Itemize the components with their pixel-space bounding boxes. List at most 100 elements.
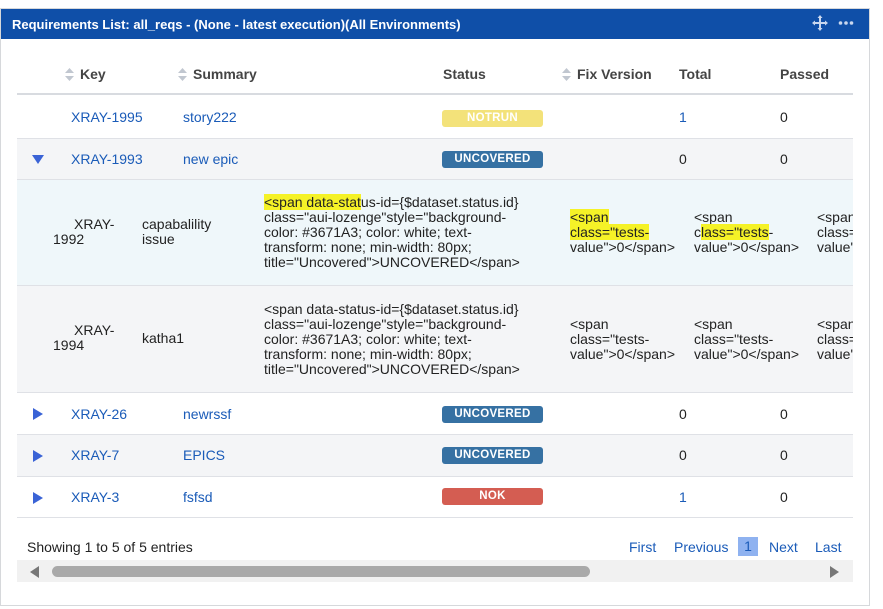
column-label: Passed: [780, 66, 830, 82]
raw-line: class=: [817, 331, 853, 347]
row-key-link[interactable]: XRAY-3: [71, 489, 119, 505]
pager-first[interactable]: First: [629, 539, 656, 555]
column-header-fix-version[interactable]: Fix Version: [562, 66, 652, 82]
raw-line: class="aui-lozenge"style="background-: [264, 209, 507, 225]
child-summary-link[interactable]: katha1: [142, 331, 184, 346]
expand-triangle-icon[interactable]: [32, 408, 44, 420]
raw-line: class=: [817, 224, 853, 240]
scroll-right-icon[interactable]: [830, 566, 839, 578]
raw-line: title="Uncovered">UNCOVERED</span>: [264, 254, 520, 270]
collapse-triangle-icon[interactable]: [32, 154, 44, 166]
child-key-link[interactable]: XRAY- 1994: [53, 323, 114, 353]
pager-next[interactable]: Next: [769, 539, 798, 555]
raw-line: value">0</span>: [570, 346, 675, 362]
raw-line: <span: [694, 316, 733, 332]
row-summary-link[interactable]: new epic: [183, 151, 238, 167]
expand-triangle-icon[interactable]: [32, 450, 44, 462]
raw-line: value": [817, 346, 853, 362]
column-label: Key: [80, 66, 106, 82]
sort-icon: [562, 67, 571, 81]
sort-icon: [65, 67, 74, 81]
column-header-key[interactable]: Key: [65, 66, 106, 82]
row-key-link[interactable]: XRAY-26: [71, 406, 127, 422]
table-row[interactable]: XRAY-7 EPICS UNCOVERED 0 0: [17, 435, 853, 477]
raw-fix-version-html: <span class="tests- value">0</span>: [570, 317, 675, 362]
row-summary-link[interactable]: fsfsd: [183, 489, 213, 505]
raw-total-html: <span class="tests- value">0</span>: [694, 317, 799, 362]
status-badge: NOK: [442, 488, 543, 505]
requirements-table: Key Summary Status Fix Version Total Pas…: [17, 44, 853, 518]
raw-line: <span: [570, 316, 609, 332]
row-key-link[interactable]: XRAY-1993: [71, 151, 143, 167]
raw-passed-html: <span class= value": [817, 210, 853, 255]
raw-line: value">0</span>: [694, 346, 799, 362]
passed-count: 0: [780, 489, 788, 505]
raw-text: -: [768, 224, 774, 240]
column-header-passed[interactable]: Passed: [780, 66, 829, 82]
scroll-thumb[interactable]: [52, 566, 590, 577]
column-label: Summary: [193, 66, 257, 82]
passed-count: 0: [780, 447, 788, 463]
total-count-link[interactable]: 1: [679, 489, 687, 505]
raw-line: <span: [694, 209, 733, 225]
more-icon[interactable]: [838, 15, 854, 31]
child-row[interactable]: XRAY- 1994 katha1 <span data-status-id={…: [17, 286, 853, 393]
row-key-link[interactable]: XRAY-7: [71, 447, 119, 463]
raw-line: value": [817, 239, 853, 255]
status-badge: UNCOVERED: [442, 406, 543, 423]
child-key-line: XRAY-: [74, 216, 115, 232]
raw-status-html: <span data-status-id={$dataset.status.id…: [264, 194, 554, 270]
row-summary-link[interactable]: newrssf: [183, 406, 231, 422]
table-header: Key Summary Status Fix Version Total Pas…: [17, 44, 853, 95]
horizontal-scrollbar[interactable]: [17, 560, 853, 582]
raw-text: c: [694, 224, 701, 240]
row-key-link[interactable]: XRAY-1995: [71, 109, 143, 125]
column-label: Fix Version: [577, 66, 652, 82]
child-row[interactable]: XRAY- 1992 capabalility issue <span data…: [17, 180, 853, 286]
row-summary-link[interactable]: story222: [183, 109, 237, 125]
child-summary-line: capabalility: [142, 216, 212, 232]
raw-line: class="tests-: [694, 331, 774, 347]
row-summary-link[interactable]: EPICS: [183, 447, 225, 463]
table-row[interactable]: XRAY-1993 new epic UNCOVERED 0 0: [17, 139, 853, 180]
pager-last[interactable]: Last: [815, 539, 841, 555]
table-row[interactable]: XRAY-26 newrssf UNCOVERED 0 0: [17, 394, 853, 435]
raw-line: transform: none; min-width: 80px;: [264, 239, 472, 255]
scroll-left-icon[interactable]: [30, 566, 39, 578]
raw-line: color: #3671A3; color: white; text-: [264, 331, 472, 347]
passed-count: 0: [780, 406, 788, 422]
raw-line: title="Uncovered">UNCOVERED</span>: [264, 361, 520, 377]
move-icon[interactable]: [812, 15, 828, 31]
raw-line: transform: none; min-width: 80px;: [264, 346, 472, 362]
highlight-text: <span: [570, 209, 609, 225]
total-count-link[interactable]: 1: [679, 109, 687, 125]
child-key-line: 1994: [53, 337, 85, 353]
status-badge: UNCOVERED: [442, 151, 543, 168]
column-header-summary[interactable]: Summary: [178, 66, 257, 82]
pager-previous[interactable]: Previous: [674, 539, 728, 555]
child-summary-link[interactable]: capabalility issue: [142, 217, 211, 247]
table-row[interactable]: XRAY-3 fsfsd NOK 1 0: [17, 477, 853, 518]
panel-tools: [812, 15, 854, 31]
pager-current-page[interactable]: 1: [738, 537, 758, 556]
table-row[interactable]: XRAY-1995 story222 NOTRUN 1 0: [17, 97, 853, 139]
raw-line: <span: [817, 317, 853, 332]
passed-count: 0: [780, 109, 788, 125]
highlight-text: lass="tests: [701, 224, 769, 240]
raw-total-html: <span class="tests- value">0</span>: [694, 210, 799, 255]
column-label: Status: [443, 66, 486, 82]
passed-count: 0: [780, 151, 788, 167]
sort-icon: [178, 67, 187, 81]
status-badge: UNCOVERED: [442, 447, 543, 464]
raw-passed-html: <span class= value": [817, 317, 853, 362]
panel-header: Requirements List: all_reqs - (None - la…: [1, 9, 869, 39]
raw-line: <span data-status-id={$dataset.status.id…: [264, 194, 554, 210]
child-key-link[interactable]: XRAY- 1992: [53, 217, 114, 247]
total-count: 0: [679, 151, 687, 167]
raw-line: value">0</span>: [570, 239, 675, 255]
column-header-total[interactable]: Total: [679, 66, 711, 82]
expand-triangle-icon[interactable]: [32, 492, 44, 504]
status-badge: NOTRUN: [442, 110, 543, 127]
column-header-status[interactable]: Status: [443, 66, 486, 82]
highlight-text: class="tests-: [570, 224, 650, 240]
